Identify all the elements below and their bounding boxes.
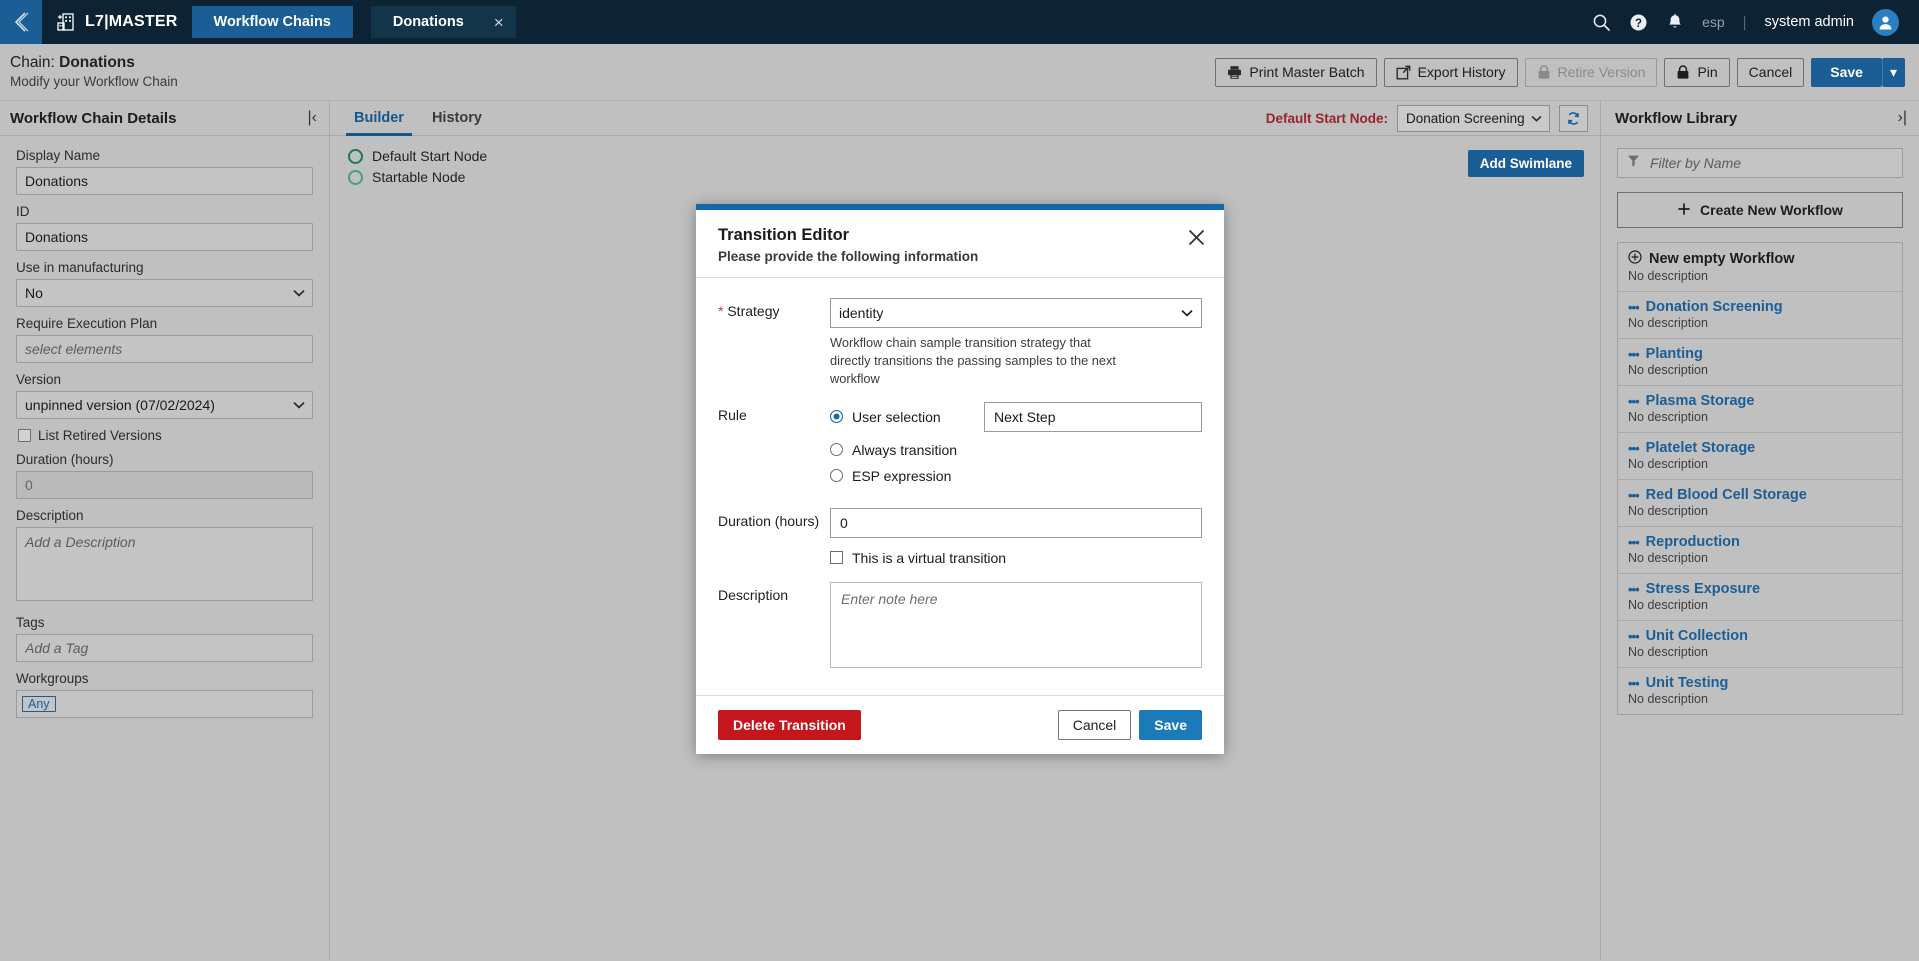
description-control: [830, 581, 1202, 673]
strategy-select-wrap: identity: [830, 298, 1202, 328]
radio-always-transition[interactable]: [830, 443, 843, 457]
radio-user-selection[interactable]: [830, 410, 843, 424]
rule-text-input[interactable]: [984, 401, 1202, 432]
strategy-hint: Workflow chain sample transition strateg…: [830, 335, 1116, 386]
radio-label: Always transition: [852, 441, 958, 458]
transition-editor-dialog: Transition Editor Please provide the fol…: [696, 204, 1224, 754]
radio-esp-expression[interactable]: [830, 469, 843, 483]
virtual-transition-row[interactable]: This is a virtual transition: [830, 550, 1202, 566]
strategy-label-text: Strategy: [727, 303, 780, 319]
strategy-label: * Strategy: [718, 298, 830, 388]
strategy-select[interactable]: identity: [830, 298, 1202, 328]
strategy-control: identity Workflow chain sample transitio…: [830, 298, 1202, 388]
dialog-title: Transition Editor: [718, 226, 850, 244]
dialog-cancel-button[interactable]: Cancel: [1057, 709, 1132, 740]
dialog-subtitle: Please provide the following information: [718, 249, 979, 264]
dialog-body: * Strategy identity Workflow chain sampl…: [696, 278, 1224, 695]
description-label: Description: [718, 586, 789, 603]
row-strategy: * Strategy identity Workflow chain sampl…: [718, 298, 1202, 388]
duration-label: Duration (hours): [718, 512, 820, 529]
rule-label: Rule: [718, 406, 747, 423]
radio-label: ESP expression: [852, 467, 952, 484]
duration-input[interactable]: [830, 507, 1202, 538]
required-asterisk: *: [718, 303, 724, 319]
rule-control: User selection Always transition ESP exp…: [830, 401, 1202, 494]
radio-label: User selection: [852, 408, 941, 425]
rule-option-esp-expression[interactable]: ESP expression: [830, 468, 1202, 484]
dialog-save-button[interactable]: Save: [1139, 709, 1202, 740]
virtual-transition-checkbox[interactable]: [830, 551, 843, 565]
dialog-header: Transition Editor Please provide the fol…: [696, 210, 1224, 278]
duration-control: This is a virtual transition: [830, 507, 1202, 568]
dialog-footer: Delete Transition Cancel Save: [696, 694, 1224, 754]
row-description: Description: [718, 581, 1202, 673]
close-icon[interactable]: [1187, 228, 1206, 252]
row-duration: Duration (hours) This is a virtual trans…: [718, 507, 1202, 568]
description-textarea[interactable]: [830, 581, 1202, 668]
virtual-transition-label: This is a virtual transition: [852, 549, 1007, 566]
row-rule: Rule User selection Always transition ES…: [718, 401, 1202, 494]
rule-option-user-selection[interactable]: User selection: [830, 401, 1202, 432]
delete-transition-button[interactable]: Delete Transition: [718, 709, 861, 740]
rule-option-always-transition[interactable]: Always transition: [830, 442, 1202, 458]
